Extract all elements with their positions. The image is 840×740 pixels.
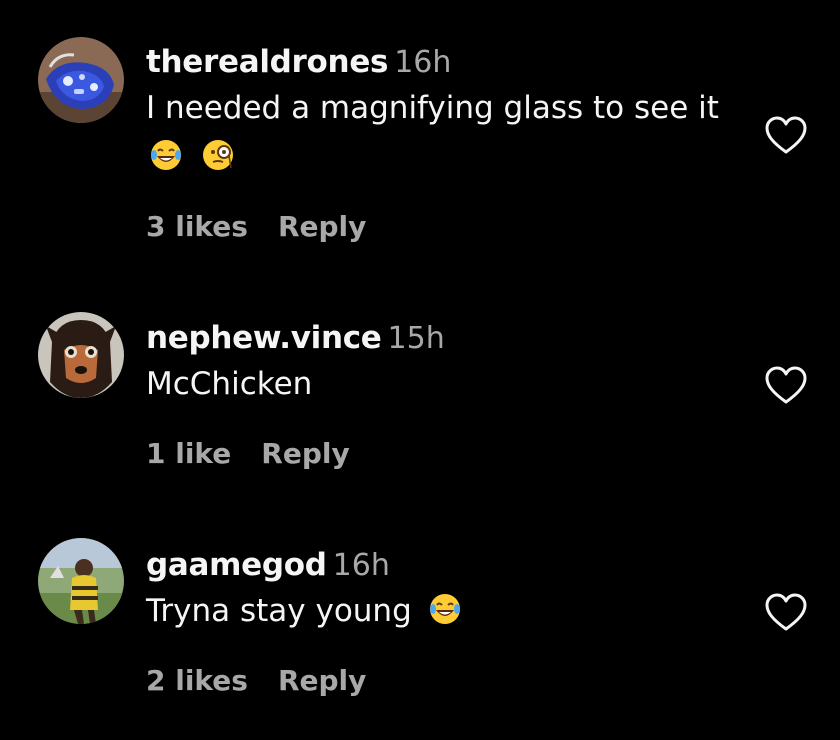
- comment-text: Tryna stay young: [146, 593, 412, 629]
- comment-text-block: Tryna stay young: [146, 587, 731, 636]
- reply-button[interactable]: Reply: [278, 664, 366, 697]
- comment-text: McChicken: [146, 366, 313, 402]
- timestamp: 16h: [394, 45, 452, 80]
- avatar[interactable]: [38, 37, 124, 123]
- comment-actions: 1 like Reply: [146, 437, 350, 470]
- comment-text-block: McChicken: [146, 360, 731, 409]
- username[interactable]: gaamegod: [146, 547, 327, 583]
- comment-header: therealdrones 16h: [146, 40, 746, 84]
- timestamp: 15h: [387, 321, 445, 356]
- comment-text-block: I needed a magnifying glass to see it: [146, 84, 731, 182]
- avatar[interactable]: [38, 538, 124, 624]
- likes-count[interactable]: 3 likes: [146, 210, 248, 243]
- comment-text: I needed a magnifying glass to see it: [146, 90, 719, 126]
- comment-header: gaamegod 16h: [146, 543, 746, 587]
- heart-outline-icon[interactable]: [764, 366, 808, 406]
- heart-outline-icon[interactable]: [764, 116, 808, 156]
- face-with-monocle-emoji: [201, 138, 235, 172]
- comment-actions: 2 likes Reply: [146, 664, 366, 697]
- username[interactable]: therealdrones: [146, 44, 389, 80]
- likes-count[interactable]: 2 likes: [146, 664, 248, 697]
- username[interactable]: nephew.vince: [146, 320, 382, 356]
- comment-header: nephew.vince 15h: [146, 316, 746, 360]
- avatar[interactable]: [38, 312, 124, 398]
- heart-outline-icon[interactable]: [764, 593, 808, 633]
- reply-button[interactable]: Reply: [261, 437, 349, 470]
- face-with-tears-of-joy-emoji: [428, 592, 462, 626]
- comment-actions: 3 likes Reply: [146, 210, 366, 243]
- reply-button[interactable]: Reply: [278, 210, 366, 243]
- timestamp: 16h: [332, 548, 390, 583]
- likes-count[interactable]: 1 like: [146, 437, 231, 470]
- face-with-tears-of-joy-emoji: [149, 138, 183, 172]
